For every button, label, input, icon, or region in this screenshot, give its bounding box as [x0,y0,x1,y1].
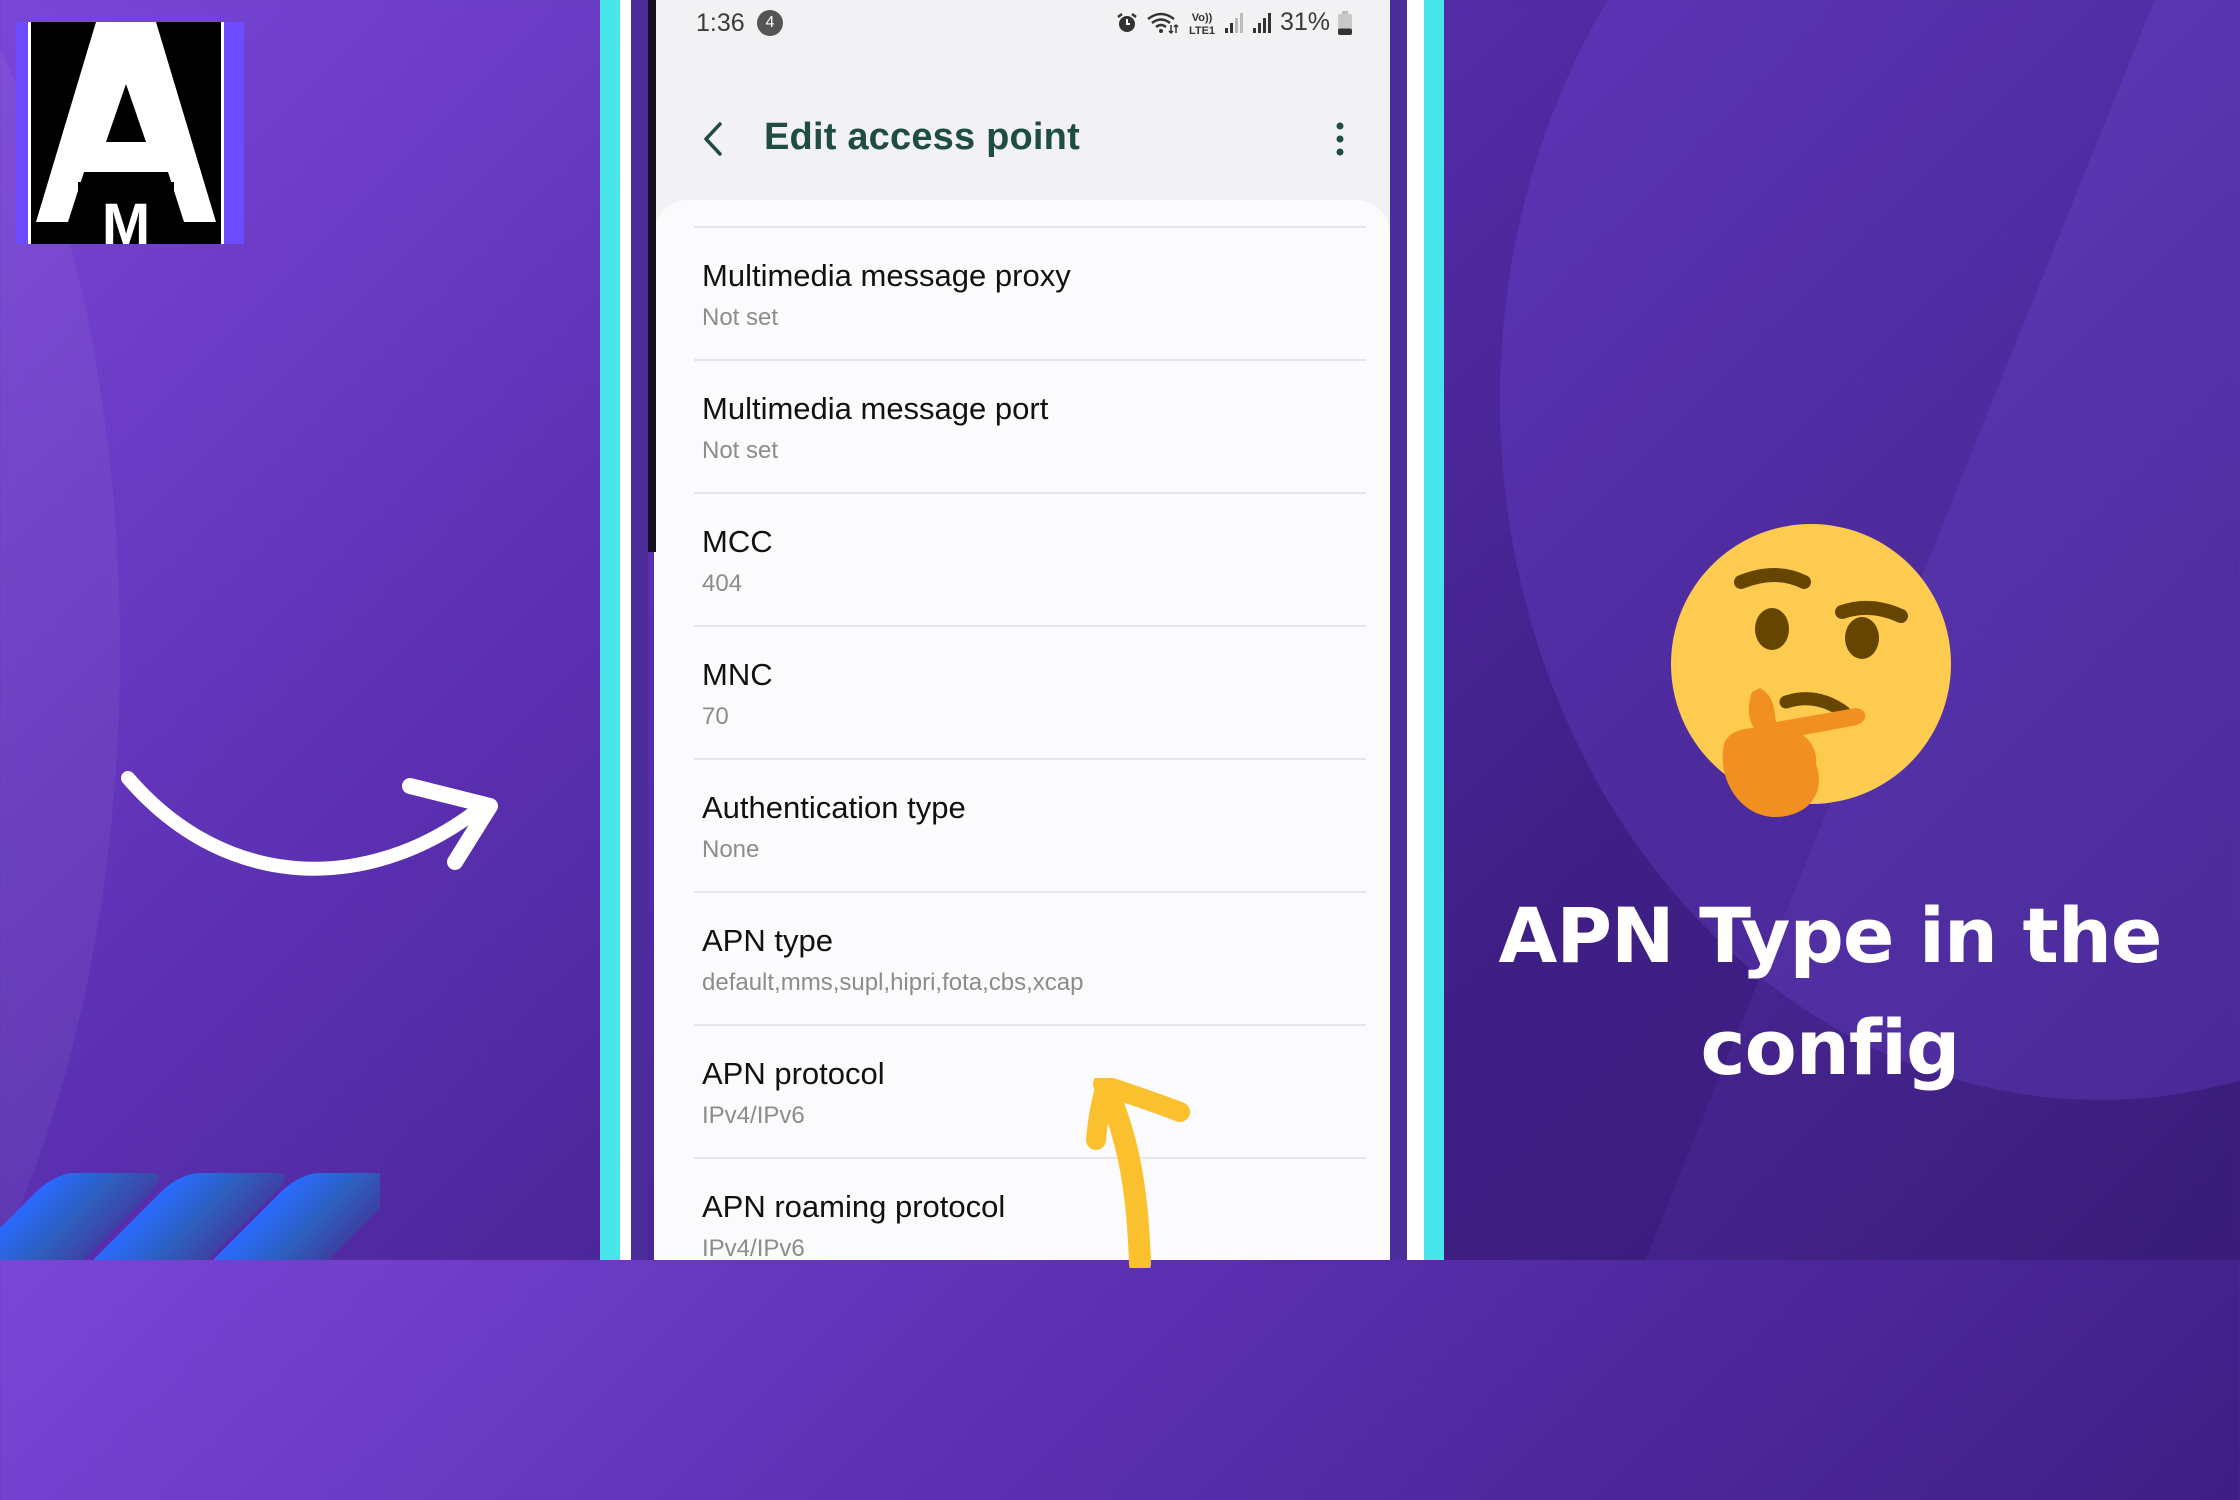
headline-line-2: config [1700,1003,1961,1092]
settings-list: Multimedia message proxy Not set Multime… [694,226,1366,1260]
wifi-icon [1147,12,1179,34]
emoji-hand [1722,728,1819,818]
setting-value: 404 [702,570,743,597]
thinking-face-emoji [1671,524,1951,818]
svg-text:Vo)): Vo)) [1192,12,1213,24]
status-icons: Vo)) LTE1 31% [1116,8,1352,37]
frame-border-white-left [620,0,631,1260]
setting-value: default,mms,supl,hipri,fota,cbs,xcap [702,969,1084,996]
setting-authentication-type[interactable]: Authentication type None [694,760,1366,893]
battery-icon [1338,10,1352,35]
logo-letter-m: M [102,192,150,244]
frame-border-purple-left [631,0,648,1260]
status-time: 1:36 [696,9,745,37]
headline-line-1: APN Type in the [1498,891,2163,980]
frame-border-cyan-right [1424,0,1444,1260]
battery-fill [1338,27,1352,35]
setting-title: Multimedia message proxy [702,258,1071,293]
setting-title: Authentication type [702,790,966,825]
more-options-button[interactable] [1330,116,1350,162]
more-vertical-icon [1336,122,1344,156]
setting-apn-protocol[interactable]: APN protocol IPv4/IPv6 [694,1026,1366,1159]
setting-title: MCC [702,524,773,559]
frame-edge-left [648,0,656,552]
setting-mcc[interactable]: MCC 404 [694,494,1366,627]
setting-mms-proxy[interactable]: Multimedia message proxy Not set [694,228,1366,361]
status-bar: 1:36 4 Vo)) LTE1 31% [654,0,1390,46]
signal-sim1-icon [1224,12,1243,33]
setting-apn-type[interactable]: APN type default,mms,supl,hipri,fota,cbs… [694,893,1366,1026]
channel-logo: M [16,22,244,244]
chevron-left-icon [704,122,722,156]
overlay-headline: APN Type in the config [1480,880,2180,1104]
frame-border-purple-right [1390,0,1407,1260]
volte-icon: Vo)) LTE1 [1189,12,1215,36]
setting-value: None [702,836,760,863]
setting-value: IPv4/IPv6 [702,1102,805,1129]
logo-am-mark: M [36,22,216,244]
notification-count-badge: 4 [757,10,783,36]
signal-sim2-icon [1252,12,1271,33]
setting-value: Not set [702,437,779,464]
decorative-chevrons [0,1170,380,1260]
back-button[interactable] [694,116,734,162]
phone-screen: 1:36 4 Vo)) LTE1 31% Edit access point M… [654,0,1390,1260]
setting-mnc[interactable]: MNC 70 [694,627,1366,760]
setting-title: Multimedia message port [702,391,1049,426]
curved-arrow-icon [121,771,498,876]
highlight-arrow-icon [1086,1078,1190,1268]
alarm-icon [1117,12,1137,32]
svg-text:LTE1: LTE1 [1189,25,1215,36]
setting-value: 70 [702,703,729,730]
setting-title: APN type [702,923,833,958]
frame-border-cyan-left [600,0,620,1260]
page-title: Edit access point [764,116,1080,158]
emoji-eye-left [1755,608,1789,650]
frame-border-white-right [1407,0,1424,1260]
emoji-eyebrow-right [1835,600,1908,623]
setting-value: Not set [702,304,779,331]
setting-title: APN protocol [702,1056,885,1091]
app-bar: Edit access point [654,100,1390,180]
setting-mms-port[interactable]: Multimedia message port Not set [694,361,1366,494]
battery-percent: 31% [1279,8,1330,36]
setting-title: APN roaming protocol [702,1189,1006,1224]
setting-apn-roaming-protocol[interactable]: APN roaming protocol IPv4/IPv6 [694,1159,1366,1260]
setting-title: MNC [702,657,773,692]
emoji-eyebrow-left [1734,568,1811,589]
setting-value: IPv4/IPv6 [702,1235,805,1260]
settings-card: Multimedia message proxy Not set Multime… [654,200,1390,1260]
emoji-eye-right [1845,617,1879,659]
